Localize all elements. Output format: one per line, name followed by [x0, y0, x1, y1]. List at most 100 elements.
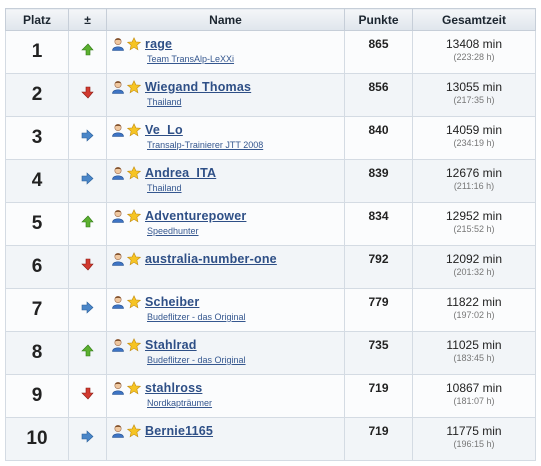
points-cell: 735 [344, 331, 413, 375]
user-name-link[interactable]: Wiegand Thomas [145, 80, 251, 94]
star-icon [126, 166, 142, 180]
user-name-link[interactable]: rage [145, 37, 172, 51]
rank-cell: 7 [5, 288, 69, 332]
user-name-link[interactable]: Ve_Lo [145, 123, 183, 137]
ranking-table: Platz ± Name Punkte Gesamtzeit 1 rage Team… [5, 8, 536, 461]
points-cell: 840 [344, 116, 413, 160]
star-icon [126, 295, 142, 309]
time-cell: 11775 min (196:15 h) [412, 417, 536, 461]
trend-cell [68, 417, 107, 461]
user-name-link[interactable]: Adventurepower [145, 209, 246, 223]
points-cell: 856 [344, 73, 413, 117]
table-row: 6 australia-number-one 792 12092 min (201:32… [5, 245, 536, 289]
arrow-right-icon [81, 430, 94, 447]
trend-cell [68, 374, 107, 418]
star-icon [126, 123, 142, 137]
total-time-minutes: 12092 min [445, 252, 503, 266]
time-cell: 10867 min (181:07 h) [412, 374, 536, 418]
points-cell: 839 [344, 159, 413, 203]
team-link[interactable]: Budeflitzer - das Original [147, 355, 344, 365]
rank-value: 6 [31, 256, 43, 277]
arrow-right-icon [81, 172, 94, 189]
arrow-down-icon [81, 387, 94, 404]
user-icon [111, 37, 125, 51]
rank-value: 9 [31, 385, 43, 406]
rank-value: 10 [26, 428, 48, 449]
points-cell: 834 [344, 202, 413, 246]
rank-cell: 10 [5, 417, 69, 461]
total-time-minutes: 12952 min [445, 209, 503, 223]
team-link[interactable]: Transalp-Trainierer JTT 2008 [147, 140, 344, 150]
user-icon [111, 209, 125, 223]
points-value: 719 [368, 381, 389, 395]
table-row: 8 Stahlrad Budeflitzer - das Original 735 11… [5, 331, 536, 375]
points-cell: 719 [344, 417, 413, 461]
name-cell: Stahlrad Budeflitzer - das Original [106, 331, 345, 375]
rank-value: 1 [31, 41, 43, 62]
header-row: Platz ± Name Punkte Gesamtzeit [5, 8, 536, 31]
header-name[interactable]: Name [106, 8, 345, 31]
total-time-hours: (211:16 h) [453, 181, 495, 191]
user-icon [111, 80, 125, 94]
rank-value: 8 [31, 342, 43, 363]
team-link[interactable]: Thailand [147, 97, 344, 107]
header-time[interactable]: Gesamtzeit [412, 8, 536, 31]
rank-cell: 9 [5, 374, 69, 418]
name-cell: stahlross Nordkapträumer [106, 374, 345, 418]
header-rank[interactable]: Platz [5, 8, 69, 31]
rank-cell: 2 [5, 73, 69, 117]
team-link[interactable]: Nordkapträumer [147, 398, 344, 408]
trend-cell [68, 331, 107, 375]
total-time-minutes: 12676 min [445, 166, 503, 180]
user-name-link[interactable]: Bernie1165 [145, 424, 213, 438]
user-icon [111, 123, 125, 137]
user-icon [111, 338, 125, 352]
total-time-minutes: 13055 min [445, 80, 503, 94]
total-time-minutes: 14059 min [445, 123, 503, 137]
star-icon [126, 252, 142, 266]
rank-cell: 6 [5, 245, 69, 289]
rank-value: 5 [31, 213, 43, 234]
points-value: 839 [368, 166, 389, 180]
star-icon [126, 209, 142, 223]
user-name-link[interactable]: australia-number-one [145, 252, 277, 266]
total-time-minutes: 11025 min [446, 338, 502, 352]
team-link[interactable]: Speedhunter [147, 226, 344, 236]
name-cell: australia-number-one [106, 245, 345, 289]
total-time-hours: (215:52 h) [453, 224, 495, 234]
table-row: 1 rage Team TransAlp-LeXXi 865 13408 min (223… [5, 30, 536, 74]
team-link[interactable]: Thailand [147, 183, 344, 193]
rank-cell: 3 [5, 116, 69, 160]
rank-cell: 8 [5, 331, 69, 375]
name-cell: Bernie1165 [106, 417, 345, 461]
star-icon [126, 338, 142, 352]
star-icon [126, 424, 142, 438]
time-cell: 12952 min (215:52 h) [412, 202, 536, 246]
table-row: 9 stahlross Nordkapträumer 719 10867 min (181… [5, 374, 536, 418]
user-name-link[interactable]: Scheiber [145, 295, 199, 309]
team-link[interactable]: Team TransAlp-LeXXi [147, 54, 344, 64]
total-time-minutes: 13408 min [445, 37, 503, 51]
rank-cell: 1 [5, 30, 69, 74]
arrow-up-icon [81, 344, 94, 361]
trend-cell [68, 30, 107, 74]
header-points[interactable]: Punkte [344, 8, 413, 31]
name-cell: Adventurepower Speedhunter [106, 202, 345, 246]
name-cell: rage Team TransAlp-LeXXi [106, 30, 345, 74]
points-value: 865 [368, 37, 389, 51]
user-name-link[interactable]: Stahlrad [145, 338, 197, 352]
arrow-up-icon [81, 215, 94, 232]
trend-cell [68, 245, 107, 289]
arrow-right-icon [81, 301, 94, 318]
rank-value: 3 [31, 127, 43, 148]
header-trend[interactable]: ± [68, 8, 107, 31]
user-name-link[interactable]: Andrea_ITA [145, 166, 216, 180]
total-time-minutes: 10867 min [445, 381, 503, 395]
team-link[interactable]: Budeflitzer - das Original [147, 312, 344, 322]
table-row: 5 Adventurepower Speedhunter 834 12952 min (2… [5, 202, 536, 246]
points-value: 735 [368, 338, 389, 352]
points-cell: 792 [344, 245, 413, 289]
user-name-link[interactable]: stahlross [145, 381, 202, 395]
time-cell: 12676 min (211:16 h) [412, 159, 536, 203]
user-icon [111, 424, 125, 438]
